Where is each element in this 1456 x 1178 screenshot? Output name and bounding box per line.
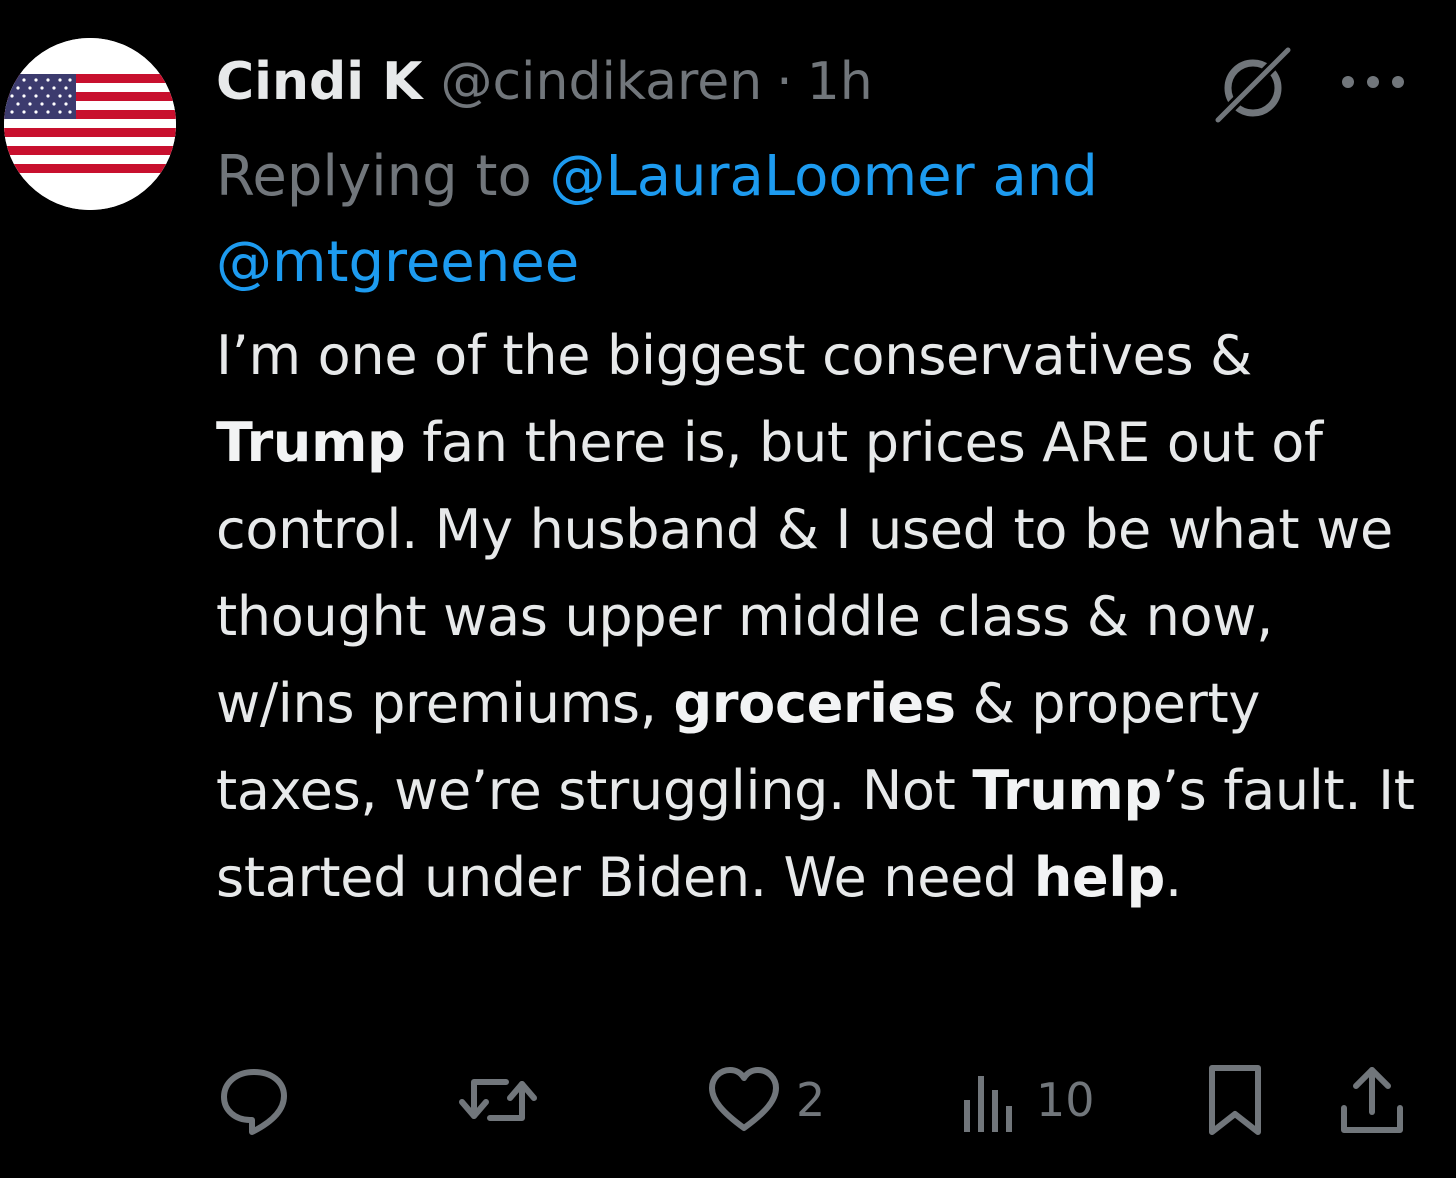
tweet-text-bold: Trump xyxy=(216,411,406,474)
tweet-text-bold: groceries xyxy=(673,672,957,735)
reply-button[interactable] xyxy=(216,1060,292,1140)
action-bar: 2 10 xyxy=(0,1060,1456,1140)
retweet-icon xyxy=(459,1079,537,1121)
mention-lauraloomer[interactable]: @LauraLoomer xyxy=(550,144,975,209)
like-count: 2 xyxy=(796,1073,826,1127)
views-button[interactable]: 10 xyxy=(958,1060,1095,1140)
bookmark-button[interactable] xyxy=(1200,1060,1270,1140)
tweet-text: I’m one of the biggest conservatives & T… xyxy=(216,312,1426,921)
bookmark-icon xyxy=(1209,1065,1261,1135)
avatar[interactable] xyxy=(4,38,176,210)
us-flag-image xyxy=(4,38,176,210)
share-icon xyxy=(1341,1067,1403,1133)
replying-to-connector: and xyxy=(974,144,1098,209)
retweet-button[interactable] xyxy=(456,1060,540,1140)
author-display-name[interactable]: Cindi K xyxy=(216,46,422,118)
views-count: 10 xyxy=(1036,1073,1095,1127)
tweet-text-segment: I’m one of the biggest conservatives & xyxy=(216,324,1252,387)
tweet-text-bold: Trump xyxy=(972,759,1162,822)
author-handle[interactable]: @cindikaren xyxy=(440,46,762,118)
views-icon xyxy=(964,1076,1012,1132)
mention-mtgreenee[interactable]: @mtgreenee xyxy=(216,230,579,295)
heart-icon xyxy=(709,1067,779,1131)
header-separator: · xyxy=(776,52,793,112)
tweet-text-bold: help xyxy=(1033,846,1165,909)
tweet-header: Cindi K @cindikaren · 1h xyxy=(216,46,873,118)
like-button[interactable]: 2 xyxy=(706,1060,825,1140)
tweet-text-segment: . xyxy=(1164,846,1182,909)
reply-icon xyxy=(221,1069,287,1135)
more-options-icon[interactable] xyxy=(1338,60,1408,104)
share-button[interactable] xyxy=(1334,1060,1410,1140)
tweet-timestamp[interactable]: 1h xyxy=(807,46,873,118)
grok-icon[interactable] xyxy=(1210,42,1296,128)
replying-to-line: Replying to @LauraLoomer and @mtgreenee xyxy=(216,134,1416,306)
replying-to-label: Replying to xyxy=(216,144,550,209)
